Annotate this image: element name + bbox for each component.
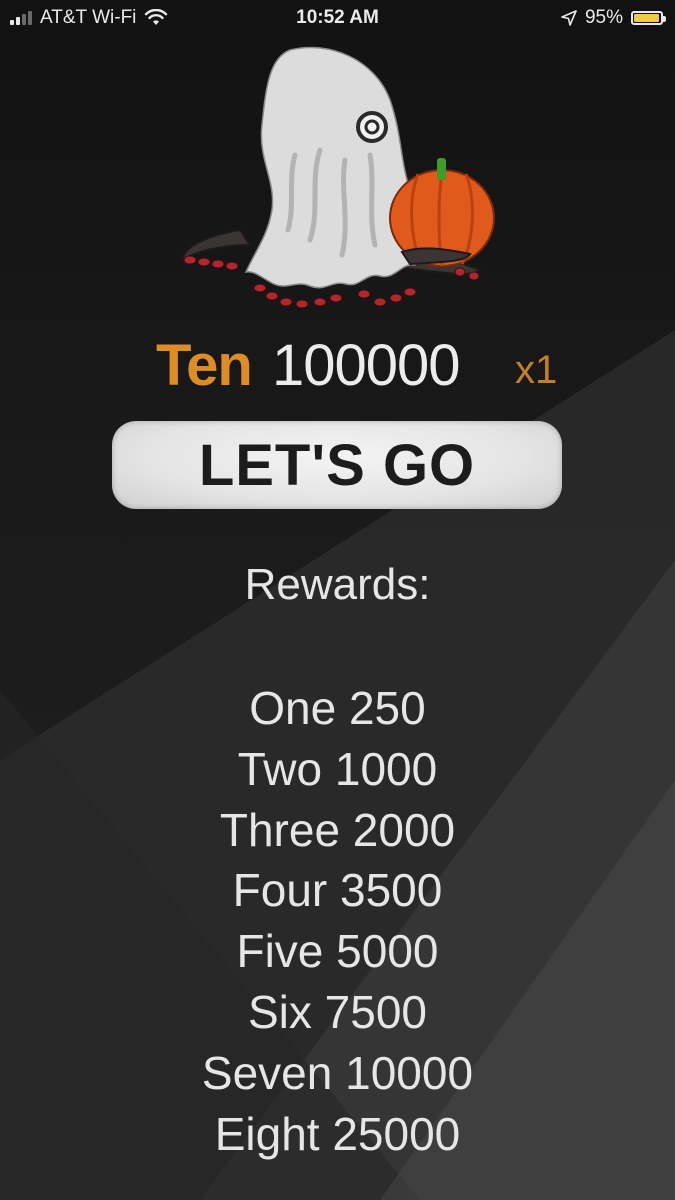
- status-bar: AT&T Wi-Fi 10:52 AM 95%: [0, 0, 675, 38]
- battery-percent: 95%: [584, 7, 623, 28]
- reward-item: Two 1000: [237, 742, 438, 795]
- location-arrow-icon: [561, 10, 577, 26]
- reward-item: Five 5000: [236, 925, 439, 978]
- level-name: Ten: [156, 333, 253, 398]
- rewards-list: One 250 Two 1000 Three 2000 Four 3500 Fi…: [0, 678, 675, 1164]
- rewards-title: Rewards:: [244, 560, 431, 609]
- lets-go-button[interactable]: LET'S GO: [112, 421, 562, 509]
- game-screen: AT&T Wi-Fi 10:52 AM 95% Ten 100000 x1 LE…: [0, 0, 675, 1200]
- level-target-score: 100000: [272, 333, 461, 398]
- battery-icon: [631, 11, 666, 25]
- battery-level-fill: [634, 14, 659, 22]
- score-multiplier: x1: [515, 348, 558, 392]
- level-target-line: Ten 100000 x1: [0, 328, 675, 404]
- reward-item: Eight 25000: [214, 1107, 461, 1160]
- reward-item: Three 2000: [219, 803, 456, 856]
- reward-item: Four 3500: [232, 864, 443, 917]
- ghost-octopus-with-pumpkin-icon: [180, 46, 495, 309]
- status-right: 95%: [561, 7, 666, 29]
- lets-go-button-label: LET'S GO: [198, 432, 476, 498]
- reward-item: One 250: [249, 682, 426, 734]
- reward-item: Six 7500: [247, 985, 427, 1038]
- reward-item: Seven 10000: [201, 1046, 474, 1099]
